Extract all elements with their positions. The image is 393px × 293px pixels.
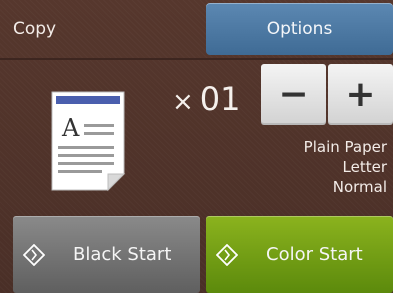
copy-settings-summary: Plain Paper Letter Normal (304, 137, 387, 197)
svg-text:A: A (61, 114, 80, 142)
page-title: Copy (13, 19, 57, 39)
copy-count-stepper: − + (261, 64, 393, 125)
paper-type-value: Plain Paper (303, 138, 387, 156)
plus-icon: + (345, 74, 376, 115)
decrease-button[interactable]: − (261, 64, 326, 125)
minus-icon: − (278, 74, 309, 115)
diamond-start-icon (216, 243, 238, 266)
diamond-start-icon (23, 243, 45, 266)
multiplier-sign: × (172, 87, 194, 117)
copy-count-display: × 01 (172, 80, 241, 124)
black-start-label: Black Start (73, 244, 172, 265)
black-start-button[interactable]: Black Start (13, 216, 200, 293)
document-icon: A (51, 91, 126, 192)
increase-button[interactable]: + (328, 64, 393, 125)
copy-count-value: 01 (199, 80, 241, 118)
lcd-screen: Copy Options A × 01 − + Plain Paper Lett… (0, 0, 393, 293)
options-button-label: Options (266, 19, 333, 39)
options-button[interactable]: Options (206, 3, 393, 55)
header-divider (0, 58, 393, 60)
color-start-button[interactable]: Color Start (206, 216, 393, 293)
quality-value: Normal (332, 178, 387, 196)
color-start-label: Color Start (266, 244, 363, 265)
paper-size-value: Letter (342, 158, 387, 176)
